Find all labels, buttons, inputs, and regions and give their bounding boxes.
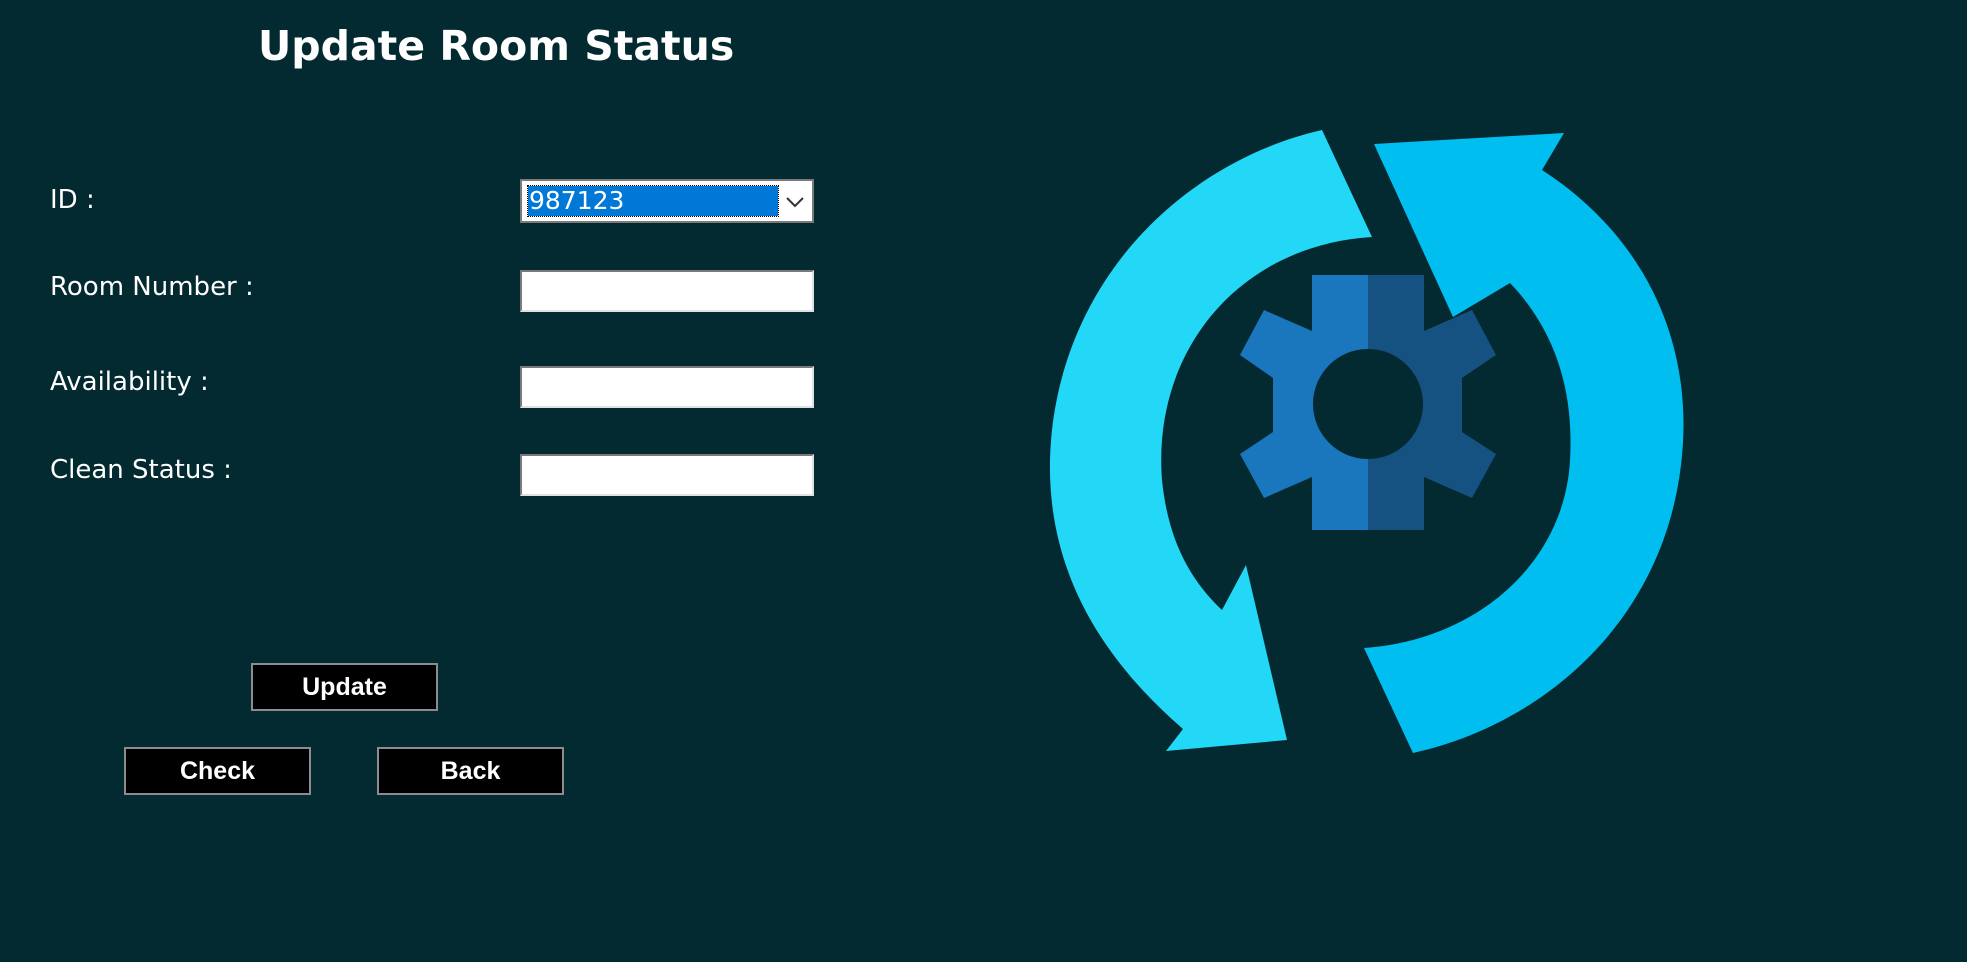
back-button[interactable]: Back xyxy=(377,747,564,795)
availability-input[interactable] xyxy=(520,366,814,408)
id-label: ID : xyxy=(50,185,95,215)
check-button[interactable]: Check xyxy=(124,747,311,795)
clean-status-label: Clean Status : xyxy=(50,455,232,485)
room-number-input[interactable] xyxy=(520,270,814,312)
id-select[interactable]: 987123 xyxy=(520,179,814,223)
clean-status-input[interactable] xyxy=(520,454,814,496)
availability-label: Availability : xyxy=(50,367,209,397)
refresh-gear-icon xyxy=(1049,130,1684,753)
update-button[interactable]: Update xyxy=(251,663,438,711)
update-room-status-window: Update Room Status ID : 987123 Room Numb… xyxy=(0,0,1967,962)
room-number-label: Room Number : xyxy=(50,272,254,302)
page-title: Update Room Status xyxy=(258,22,735,70)
id-select-value: 987123 xyxy=(527,185,779,217)
chevron-down-icon[interactable] xyxy=(784,191,806,213)
